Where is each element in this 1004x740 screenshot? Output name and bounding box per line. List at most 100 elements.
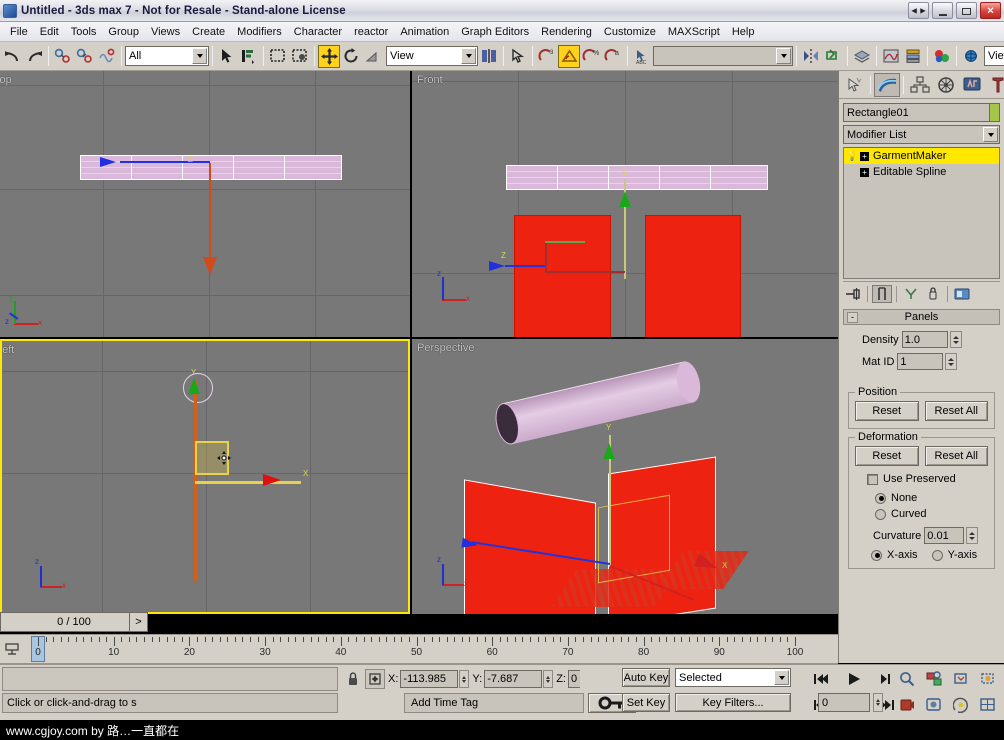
- y-input[interactable]: [484, 670, 543, 688]
- menu-customize[interactable]: Customize: [598, 24, 662, 40]
- frame-spinner[interactable]: [873, 693, 883, 712]
- cloth-panel-right[interactable]: [645, 215, 741, 337]
- tab-modify[interactable]: [874, 72, 900, 97]
- density-spinner[interactable]: [901, 331, 962, 348]
- curvature-spinner[interactable]: [924, 527, 979, 544]
- menu-create[interactable]: Create: [186, 24, 231, 40]
- select-and-move-button[interactable]: [318, 44, 340, 68]
- set-key-button[interactable]: Set Key: [622, 693, 670, 712]
- menu-views[interactable]: Views: [145, 24, 186, 40]
- restore-button[interactable]: ◄►: [908, 2, 929, 19]
- track-bar[interactable]: 0 10 20 30 40 50 60 70 80 90 100: [0, 634, 838, 664]
- x-coord-field[interactable]: X:: [388, 670, 470, 688]
- bind-to-space-warp-button[interactable]: [96, 45, 118, 68]
- chevron-down-icon[interactable]: [774, 670, 789, 685]
- x-axis-radio[interactable]: [871, 549, 882, 561]
- pin-stack-icon[interactable]: [843, 285, 863, 303]
- position-reset-button[interactable]: Reset: [855, 401, 919, 421]
- menu-file[interactable]: File: [4, 24, 34, 40]
- named-selection-set-combo[interactable]: [653, 46, 793, 66]
- collapse-icon[interactable]: -: [847, 312, 858, 323]
- chevron-down-icon[interactable]: [461, 48, 476, 64]
- selection-filter-combo[interactable]: All: [125, 46, 209, 66]
- x-spinner[interactable]: [459, 670, 470, 688]
- select-and-manipulate-button[interactable]: [507, 45, 529, 68]
- cylinder-object[interactable]: [506, 165, 768, 190]
- snaps-toggle-button[interactable]: 3: [536, 45, 558, 68]
- open-mini-curve-editor-icon[interactable]: [5, 642, 19, 659]
- menu-group[interactable]: Group: [102, 24, 145, 40]
- mat-id-spinner[interactable]: [897, 353, 958, 370]
- align-button[interactable]: [822, 45, 844, 68]
- viewport-front[interactable]: Front Y Z x z: [412, 71, 838, 337]
- density-input[interactable]: [901, 331, 948, 348]
- use-preserved-row[interactable]: Use Preserved: [855, 473, 988, 485]
- y-coord-field[interactable]: Y:: [472, 670, 554, 688]
- reference-coordinate-system-combo[interactable]: View: [386, 46, 478, 66]
- modifier-stack[interactable]: 💡 + GarmentMaker + Editable Spline: [843, 147, 1000, 279]
- y-axis-radio[interactable]: [931, 549, 943, 561]
- zoom-button[interactable]: [894, 667, 919, 691]
- menu-reactor[interactable]: reactor: [348, 24, 394, 40]
- select-and-scale-button[interactable]: [362, 45, 384, 68]
- y-spinner[interactable]: [543, 670, 554, 688]
- expand-icon[interactable]: +: [860, 167, 869, 177]
- absolute-relative-mode-icon[interactable]: [365, 669, 385, 689]
- select-and-rotate-button[interactable]: [340, 45, 362, 68]
- viewport-left[interactable]: Left Y X: [0, 339, 410, 614]
- curved-radio-row[interactable]: Curved: [855, 508, 988, 520]
- undo-button[interactable]: [1, 45, 23, 68]
- render-scene-button[interactable]: [960, 45, 982, 68]
- tab-hierarchy[interactable]: [907, 73, 933, 97]
- make-unique-icon[interactable]: [901, 285, 921, 303]
- rectangular-selection-region-button[interactable]: [267, 45, 289, 68]
- tab-create[interactable]: [841, 73, 867, 97]
- select-by-name-button[interactable]: [238, 45, 260, 68]
- material-editor-button[interactable]: [931, 45, 953, 68]
- light-bulb-icon[interactable]: 💡: [847, 151, 858, 162]
- close-button[interactable]: ✕: [980, 2, 1001, 19]
- none-radio[interactable]: [875, 492, 886, 504]
- zoom-all-button[interactable]: [921, 667, 946, 691]
- position-reset-all-button[interactable]: Reset All: [924, 401, 988, 421]
- mat-id-spin-arrows[interactable]: [945, 353, 958, 370]
- cylinder-object[interactable]: [491, 359, 704, 447]
- goto-start-button[interactable]: [808, 667, 833, 691]
- viewport-top[interactable]: Top Z: [0, 71, 410, 337]
- window-crossing-button[interactable]: [289, 45, 311, 68]
- curvature-input[interactable]: [924, 527, 965, 544]
- menu-edit[interactable]: Edit: [34, 24, 65, 40]
- render-type-combo[interactable]: View: [984, 46, 1004, 66]
- menu-graph-editors[interactable]: Graph Editors: [455, 24, 535, 40]
- lock-selection-icon[interactable]: [344, 669, 362, 689]
- menu-character[interactable]: Character: [288, 24, 348, 40]
- menu-rendering[interactable]: Rendering: [535, 24, 598, 40]
- angle-snap-toggle-button[interactable]: [558, 44, 580, 68]
- tab-motion[interactable]: [933, 73, 959, 97]
- mat-id-input[interactable]: [897, 353, 944, 370]
- remove-modifier-icon[interactable]: [923, 285, 943, 303]
- field-of-view-button[interactable]: [894, 693, 919, 717]
- pan-button[interactable]: [921, 693, 946, 717]
- stack-item-editable-spline[interactable]: + Editable Spline: [844, 164, 999, 180]
- deformation-reset-all-button[interactable]: Reset All: [924, 446, 988, 466]
- z-input[interactable]: [567, 670, 581, 688]
- zoom-region-button[interactable]: [975, 667, 1000, 691]
- spinner-snap-toggle-button[interactable]: a: [602, 45, 624, 68]
- selection-list-combo[interactable]: Selected: [675, 668, 791, 687]
- select-object-button[interactable]: [216, 45, 238, 68]
- layer-manager-button[interactable]: [851, 45, 873, 68]
- arc-rotate-button[interactable]: [948, 693, 973, 717]
- curve-editor-button[interactable]: [880, 45, 902, 68]
- current-frame-field[interactable]: 0 / 100 >: [0, 612, 148, 632]
- min-max-toggle-button[interactable]: [975, 693, 1000, 717]
- object-name-field[interactable]: [843, 103, 989, 122]
- chevron-down-icon[interactable]: [192, 48, 207, 64]
- add-time-tag-field[interactable]: Add Time Tag: [404, 693, 584, 713]
- next-frame-arrow-icon[interactable]: >: [129, 613, 147, 631]
- use-preserved-checkbox[interactable]: [867, 473, 878, 485]
- maximize-button[interactable]: [956, 2, 977, 19]
- minimize-button[interactable]: [932, 2, 953, 19]
- curved-radio[interactable]: [875, 508, 886, 520]
- panels-rollout-header[interactable]: - Panels: [843, 309, 1000, 325]
